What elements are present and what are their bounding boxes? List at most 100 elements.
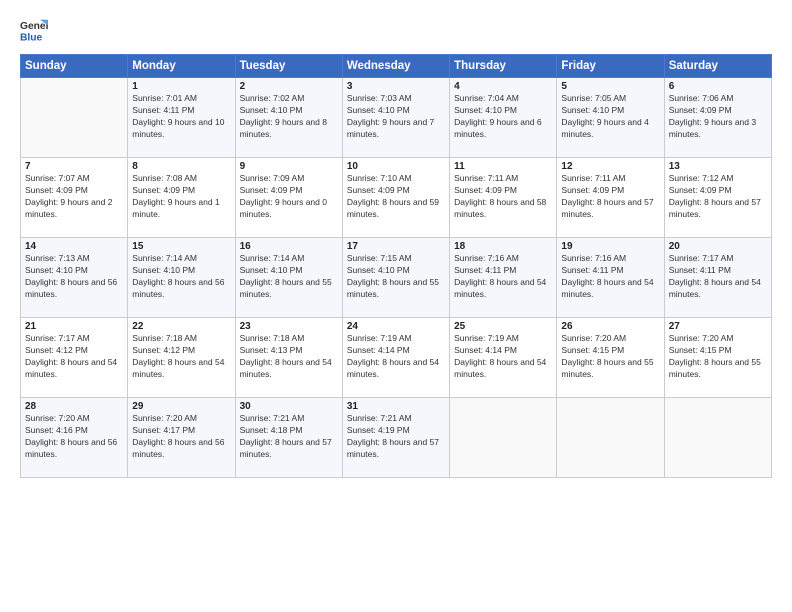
day-info: Sunrise: 7:14 AMSunset: 4:10 PMDaylight:… [240,253,338,301]
day-number: 3 [347,81,445,92]
day-info: Sunrise: 7:08 AMSunset: 4:09 PMDaylight:… [132,173,230,221]
day-info: Sunrise: 7:09 AMSunset: 4:09 PMDaylight:… [240,173,338,221]
day-info: Sunrise: 7:14 AMSunset: 4:10 PMDaylight:… [132,253,230,301]
calendar-cell: 16Sunrise: 7:14 AMSunset: 4:10 PMDayligh… [235,238,342,318]
week-row-5: 28Sunrise: 7:20 AMSunset: 4:16 PMDayligh… [21,398,772,478]
day-number: 17 [347,241,445,252]
calendar-header-row: SundayMondayTuesdayWednesdayThursdayFrid… [21,55,772,78]
day-info: Sunrise: 7:15 AMSunset: 4:10 PMDaylight:… [347,253,445,301]
day-info: Sunrise: 7:16 AMSunset: 4:11 PMDaylight:… [561,253,659,301]
calendar-cell: 3Sunrise: 7:03 AMSunset: 4:10 PMDaylight… [342,78,449,158]
day-info: Sunrise: 7:19 AMSunset: 4:14 PMDaylight:… [347,333,445,381]
header: General Blue [20,16,772,44]
day-number: 28 [25,401,123,412]
calendar-cell: 15Sunrise: 7:14 AMSunset: 4:10 PMDayligh… [128,238,235,318]
day-number: 8 [132,161,230,172]
calendar-cell: 18Sunrise: 7:16 AMSunset: 4:11 PMDayligh… [450,238,557,318]
calendar-cell: 24Sunrise: 7:19 AMSunset: 4:14 PMDayligh… [342,318,449,398]
day-info: Sunrise: 7:03 AMSunset: 4:10 PMDaylight:… [347,93,445,141]
calendar-cell: 6Sunrise: 7:06 AMSunset: 4:09 PMDaylight… [664,78,771,158]
day-number: 29 [132,401,230,412]
day-number: 22 [132,321,230,332]
calendar-page: General Blue SundayMondayTuesdayWednesda… [0,0,792,612]
calendar-cell: 2Sunrise: 7:02 AMSunset: 4:10 PMDaylight… [235,78,342,158]
calendar-cell: 20Sunrise: 7:17 AMSunset: 4:11 PMDayligh… [664,238,771,318]
day-info: Sunrise: 7:20 AMSunset: 4:15 PMDaylight:… [669,333,767,381]
day-number: 31 [347,401,445,412]
header-saturday: Saturday [664,55,771,78]
calendar-cell: 5Sunrise: 7:05 AMSunset: 4:10 PMDaylight… [557,78,664,158]
day-info: Sunrise: 7:04 AMSunset: 4:10 PMDaylight:… [454,93,552,141]
week-row-1: 1Sunrise: 7:01 AMSunset: 4:11 PMDaylight… [21,78,772,158]
calendar-cell: 23Sunrise: 7:18 AMSunset: 4:13 PMDayligh… [235,318,342,398]
day-info: Sunrise: 7:05 AMSunset: 4:10 PMDaylight:… [561,93,659,141]
day-number: 4 [454,81,552,92]
day-number: 25 [454,321,552,332]
day-info: Sunrise: 7:21 AMSunset: 4:18 PMDaylight:… [240,413,338,461]
calendar-cell [450,398,557,478]
calendar-cell: 19Sunrise: 7:16 AMSunset: 4:11 PMDayligh… [557,238,664,318]
calendar-cell [557,398,664,478]
calendar-cell: 10Sunrise: 7:10 AMSunset: 4:09 PMDayligh… [342,158,449,238]
day-number: 10 [347,161,445,172]
header-thursday: Thursday [450,55,557,78]
week-row-2: 7Sunrise: 7:07 AMSunset: 4:09 PMDaylight… [21,158,772,238]
day-info: Sunrise: 7:20 AMSunset: 4:17 PMDaylight:… [132,413,230,461]
day-number: 27 [669,321,767,332]
day-number: 12 [561,161,659,172]
calendar-cell: 30Sunrise: 7:21 AMSunset: 4:18 PMDayligh… [235,398,342,478]
calendar-cell: 17Sunrise: 7:15 AMSunset: 4:10 PMDayligh… [342,238,449,318]
logo-icon: General Blue [20,16,48,44]
day-number: 30 [240,401,338,412]
day-info: Sunrise: 7:18 AMSunset: 4:13 PMDaylight:… [240,333,338,381]
day-info: Sunrise: 7:17 AMSunset: 4:12 PMDaylight:… [25,333,123,381]
day-number: 9 [240,161,338,172]
day-info: Sunrise: 7:20 AMSunset: 4:16 PMDaylight:… [25,413,123,461]
calendar-cell: 1Sunrise: 7:01 AMSunset: 4:11 PMDaylight… [128,78,235,158]
calendar-cell: 25Sunrise: 7:19 AMSunset: 4:14 PMDayligh… [450,318,557,398]
day-number: 23 [240,321,338,332]
day-info: Sunrise: 7:06 AMSunset: 4:09 PMDaylight:… [669,93,767,141]
day-number: 18 [454,241,552,252]
calendar-table: SundayMondayTuesdayWednesdayThursdayFrid… [20,54,772,478]
day-number: 20 [669,241,767,252]
day-info: Sunrise: 7:11 AMSunset: 4:09 PMDaylight:… [561,173,659,221]
day-info: Sunrise: 7:12 AMSunset: 4:09 PMDaylight:… [669,173,767,221]
calendar-cell [21,78,128,158]
day-info: Sunrise: 7:13 AMSunset: 4:10 PMDaylight:… [25,253,123,301]
svg-text:General: General [20,21,48,32]
day-info: Sunrise: 7:07 AMSunset: 4:09 PMDaylight:… [25,173,123,221]
day-number: 1 [132,81,230,92]
day-info: Sunrise: 7:11 AMSunset: 4:09 PMDaylight:… [454,173,552,221]
day-number: 26 [561,321,659,332]
calendar-cell: 22Sunrise: 7:18 AMSunset: 4:12 PMDayligh… [128,318,235,398]
header-monday: Monday [128,55,235,78]
header-sunday: Sunday [21,55,128,78]
day-number: 7 [25,161,123,172]
day-number: 5 [561,81,659,92]
calendar-cell: 4Sunrise: 7:04 AMSunset: 4:10 PMDaylight… [450,78,557,158]
calendar-cell: 31Sunrise: 7:21 AMSunset: 4:19 PMDayligh… [342,398,449,478]
day-number: 24 [347,321,445,332]
calendar-cell: 27Sunrise: 7:20 AMSunset: 4:15 PMDayligh… [664,318,771,398]
day-number: 14 [25,241,123,252]
calendar-cell: 9Sunrise: 7:09 AMSunset: 4:09 PMDaylight… [235,158,342,238]
calendar-cell: 21Sunrise: 7:17 AMSunset: 4:12 PMDayligh… [21,318,128,398]
day-info: Sunrise: 7:10 AMSunset: 4:09 PMDaylight:… [347,173,445,221]
svg-text:Blue: Blue [20,32,43,43]
logo: General Blue [20,16,48,44]
day-info: Sunrise: 7:02 AMSunset: 4:10 PMDaylight:… [240,93,338,141]
header-wednesday: Wednesday [342,55,449,78]
header-friday: Friday [557,55,664,78]
calendar-cell: 14Sunrise: 7:13 AMSunset: 4:10 PMDayligh… [21,238,128,318]
day-number: 13 [669,161,767,172]
day-number: 2 [240,81,338,92]
calendar-cell: 7Sunrise: 7:07 AMSunset: 4:09 PMDaylight… [21,158,128,238]
day-info: Sunrise: 7:19 AMSunset: 4:14 PMDaylight:… [454,333,552,381]
day-number: 21 [25,321,123,332]
calendar-cell: 26Sunrise: 7:20 AMSunset: 4:15 PMDayligh… [557,318,664,398]
header-tuesday: Tuesday [235,55,342,78]
day-number: 15 [132,241,230,252]
day-number: 19 [561,241,659,252]
week-row-3: 14Sunrise: 7:13 AMSunset: 4:10 PMDayligh… [21,238,772,318]
